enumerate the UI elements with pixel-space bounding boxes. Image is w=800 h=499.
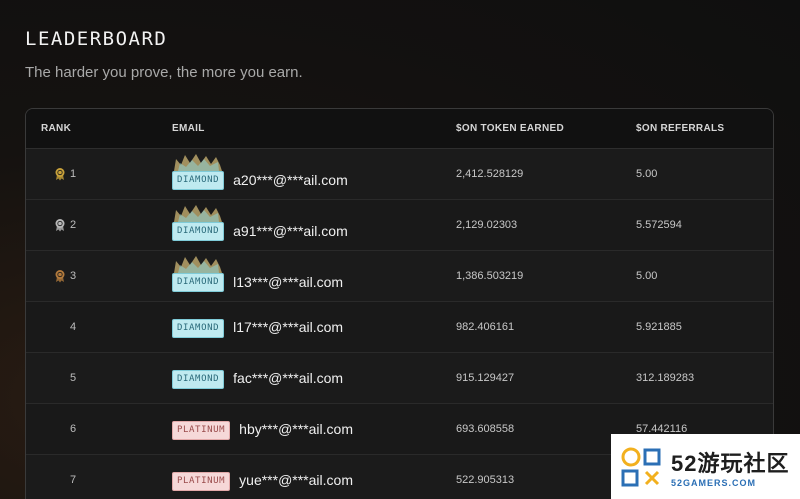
tier-badge-wrap: PLATINUM (172, 419, 231, 440)
table-row[interactable]: 5 DIAMOND fac***@***ail.com 915.129427 312.1… (26, 353, 773, 404)
token-earned-cell: 2,412.528129 (456, 168, 524, 180)
watermark-url: 52GAMERS.COM (671, 477, 757, 488)
tier-badge: PLATINUM (172, 420, 231, 440)
tier-badge: PLATINUM (172, 471, 231, 491)
email-text: l17***@***ail.com (233, 319, 344, 335)
rank-cell: 2 (54, 218, 76, 232)
rank-cell: 5 (70, 372, 76, 384)
referrals-cell: 5.00 (636, 168, 658, 180)
email-cell: DIAMOND l17***@***ail.com (172, 317, 343, 338)
tier-badge-wrap: DIAMOND (172, 205, 225, 241)
email-cell: DIAMOND a20***@***ail.com (172, 154, 348, 190)
rank-number: 6 (70, 423, 77, 435)
email-text: hby***@***ail.com (239, 421, 353, 437)
email-cell: DIAMOND l13***@***ail.com (172, 256, 344, 292)
gamepad-logo-icon (621, 447, 661, 486)
token-earned-cell: 2,129.02303 (456, 219, 518, 231)
token-earned-cell: 915.129427 (456, 372, 515, 384)
rank-cell: 1 (54, 167, 76, 181)
table-header: RANK EMAIL $ON TOKEN EARNED $ON REFERRAL… (26, 109, 773, 149)
bronze-medal-icon (55, 270, 65, 283)
rank-number: 5 (70, 372, 77, 384)
watermark-title: 52游玩社区 (671, 450, 790, 476)
sparkle-crown-icon (174, 205, 222, 222)
rank-number: 4 (70, 321, 77, 333)
silver-medal-icon (55, 219, 65, 232)
token-earned-cell: 693.608558 (456, 423, 515, 435)
tier-badge: DIAMOND (172, 273, 225, 292)
table-row[interactable]: 1 DIAMOND a20***@***ail.com 2,412.528129 5.0… (26, 149, 773, 200)
sparkle-crown-icon (174, 154, 222, 171)
email-cell: PLATINUM yue***@***ail.com (172, 470, 353, 491)
email-text: a20***@***ail.com (233, 171, 348, 188)
site-watermark: 52游玩社区 52GAMERS.COM (611, 434, 800, 499)
email-cell: DIAMOND a91***@***ail.com (172, 205, 348, 241)
tier-badge-wrap: DIAMOND (172, 154, 225, 190)
table-row[interactable]: 3 DIAMOND l13***@***ail.com 1,386.503219 5.0… (26, 251, 773, 302)
tier-badge-wrap: DIAMOND (172, 256, 225, 292)
referrals-cell: 312.189283 (636, 372, 695, 384)
email-text: l13***@***ail.com (233, 273, 344, 290)
referrals-cell: 5.572594 (636, 219, 682, 231)
email-text: fac***@***ail.com (233, 370, 344, 386)
rank-cell: 6 (70, 423, 76, 435)
rank-number: 3 (70, 270, 77, 282)
tier-badge: DIAMOND (172, 222, 225, 241)
tier-badge-wrap: DIAMOND (172, 317, 225, 338)
rank-cell: 7 (70, 474, 76, 486)
email-text: yue***@***ail.com (239, 472, 353, 488)
page-title: LEADERBOARD (25, 28, 168, 50)
referrals-cell: 5.921885 (636, 321, 682, 333)
email-cell: PLATINUM hby***@***ail.com (172, 419, 353, 440)
tier-badge: DIAMOND (172, 369, 225, 389)
tier-badge-wrap: DIAMOND (172, 368, 225, 389)
token-earned-cell: 522.905313 (456, 474, 515, 486)
gold-medal-icon (55, 168, 65, 181)
sparkle-crown-icon (174, 256, 222, 273)
column-header-referrals[interactable]: $ON REFERRALS (636, 123, 724, 134)
tier-badge-wrap: PLATINUM (172, 470, 231, 491)
email-text: a91***@***ail.com (233, 222, 348, 239)
referrals-cell: 5.00 (636, 270, 658, 282)
rank-number: 1 (70, 168, 77, 180)
column-header-rank[interactable]: RANK (41, 123, 71, 134)
tier-badge: DIAMOND (172, 171, 225, 190)
tier-badge: DIAMOND (172, 318, 225, 338)
column-header-email[interactable]: EMAIL (172, 123, 205, 134)
rank-number: 2 (70, 219, 77, 231)
rank-cell: 4 (70, 321, 76, 333)
column-header-token-earned[interactable]: $ON TOKEN EARNED (456, 123, 564, 134)
token-earned-cell: 982.406161 (456, 321, 515, 333)
email-cell: DIAMOND fac***@***ail.com (172, 368, 343, 389)
table-row[interactable]: 4 DIAMOND l17***@***ail.com 982.406161 5.921… (26, 302, 773, 353)
token-earned-cell: 1,386.503219 (456, 270, 524, 282)
rank-cell: 3 (54, 269, 76, 283)
rank-number: 7 (70, 474, 77, 486)
page-subtitle: The harder you prove, the more you earn. (25, 64, 303, 81)
table-row[interactable]: 2 DIAMOND a91***@***ail.com 2,129.02303 5.57… (26, 200, 773, 251)
